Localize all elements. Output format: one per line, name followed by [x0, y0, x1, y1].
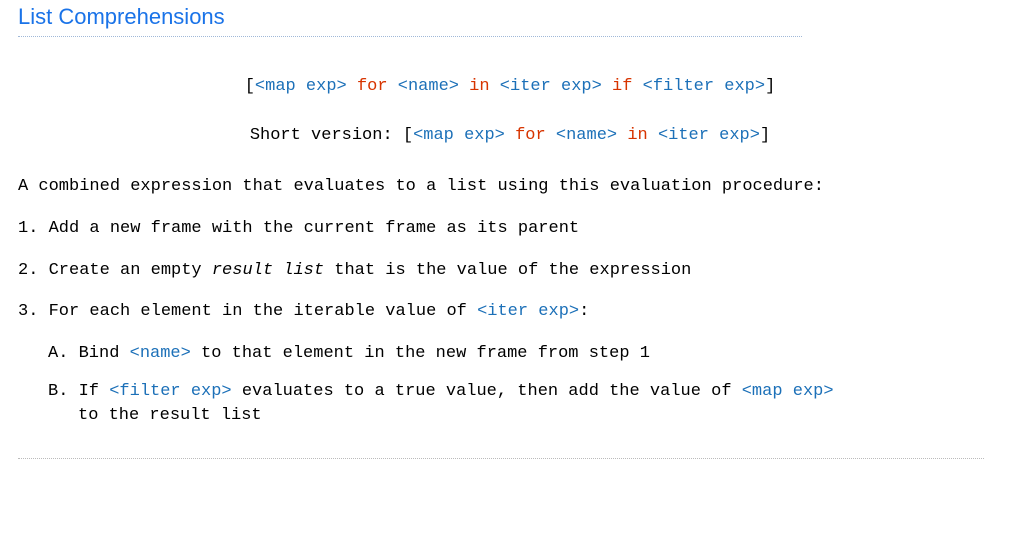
sub-b-3: evaluates to a true value, then add the …	[232, 382, 742, 401]
keyword-if: if	[602, 77, 643, 96]
placeholder-filter: <filter exp>	[643, 77, 765, 96]
page-title: List Comprehensions	[18, 4, 802, 37]
short-label: Short version:	[250, 126, 403, 145]
content: A combined expression that evaluates to …	[18, 175, 1002, 428]
step-3-c: :	[579, 302, 589, 321]
sub-b-ph2: <map exp>	[742, 382, 834, 401]
intro-text: A combined expression that evaluates to …	[18, 175, 1002, 199]
substep-a: A. Bind <name> to that element in the ne…	[48, 342, 1002, 366]
keyword-in: in	[617, 126, 658, 145]
step-2-a: 2. Create an empty	[18, 261, 212, 280]
step-2-c: that is the value of the expression	[324, 261, 691, 280]
keyword-in: in	[459, 77, 500, 96]
step-1: 1. Add a new frame with the current fram…	[18, 217, 1002, 241]
bracket-open: [	[245, 77, 255, 96]
sub-a-ph: <name>	[130, 344, 191, 363]
sub-a-3: to that element in the new frame from st…	[191, 344, 650, 363]
step-2: 2. Create an empty result list that is t…	[18, 259, 1002, 283]
keyword-for: for	[347, 77, 398, 96]
keyword-for: for	[505, 126, 556, 145]
placeholder-iter: <iter exp>	[500, 77, 602, 96]
sub-b-5: to the result list	[78, 406, 262, 425]
step-3-ph: <iter exp>	[477, 302, 579, 321]
syntax-block: [<map exp> for <name> in <iter exp> if <…	[18, 77, 1002, 145]
syntax-short: Short version: [<map exp> for <name> in …	[18, 126, 1002, 145]
sub-b-ph1: <filter exp>	[109, 382, 231, 401]
step-3: 3. For each element in the iterable valu…	[18, 300, 1002, 324]
bracket-open: [	[403, 126, 413, 145]
substep-b: B. If <filter exp> evaluates to a true v…	[48, 380, 1002, 428]
placeholder-map: <map exp>	[255, 77, 347, 96]
sub-a-1: A. Bind	[48, 344, 130, 363]
syntax-full: [<map exp> for <name> in <iter exp> if <…	[18, 77, 1002, 96]
step-2-emph: result list	[212, 261, 324, 280]
divider	[18, 458, 984, 459]
placeholder-name: <name>	[398, 77, 459, 96]
bracket-close: ]	[765, 77, 775, 96]
placeholder-iter: <iter exp>	[658, 126, 760, 145]
sub-b-1: B. If	[48, 382, 109, 401]
placeholder-map: <map exp>	[413, 126, 505, 145]
bracket-close: ]	[760, 126, 770, 145]
placeholder-name: <name>	[556, 126, 617, 145]
step-3-a: 3. For each element in the iterable valu…	[18, 302, 477, 321]
